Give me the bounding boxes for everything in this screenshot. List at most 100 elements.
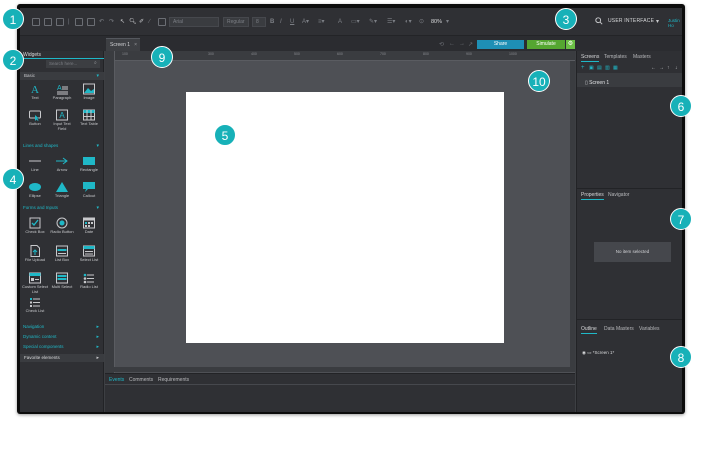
- widget-radio-list[interactable]: Radio List: [76, 272, 102, 296]
- add-screen-icon[interactable]: +: [581, 65, 585, 71]
- widget-text-table[interactable]: Text Table: [76, 109, 102, 133]
- tab-navigator[interactable]: Navigator: [608, 192, 629, 198]
- fill-color-icon[interactable]: ▭▾: [351, 17, 360, 27]
- font-family-select[interactable]: Arial: [169, 17, 219, 27]
- widget-search-input[interactable]: Search here...: [46, 60, 100, 68]
- tab-variables[interactable]: Variables: [639, 326, 659, 332]
- widget-file-upload[interactable]: File Upload: [22, 245, 48, 269]
- copy-icon[interactable]: [75, 18, 83, 26]
- calendar-icon: [83, 217, 95, 229]
- widget-date[interactable]: Date: [76, 217, 102, 241]
- horizontal-scrollbar[interactable]: [105, 367, 575, 372]
- back-icon[interactable]: ←: [449, 41, 455, 47]
- search-icon[interactable]: [595, 17, 603, 25]
- widget-image[interactable]: Image: [76, 83, 102, 107]
- grid-icon[interactable]: ▦: [613, 65, 618, 71]
- close-icon[interactable]: ×: [134, 39, 137, 51]
- widget-text[interactable]: A Text: [22, 83, 48, 107]
- chevron-down-icon[interactable]: ▾: [656, 17, 659, 27]
- widget-arrow[interactable]: Arrow: [49, 155, 75, 179]
- zoom-tool-icon[interactable]: 🔍︎: [129, 17, 137, 27]
- add-folder-icon[interactable]: ▣: [589, 65, 594, 71]
- widget-select-list[interactable]: Select List: [76, 245, 102, 269]
- widget-multi-select[interactable]: Multi Select: [49, 272, 75, 296]
- paste-icon[interactable]: [87, 18, 95, 26]
- ui-selector[interactable]: USER INTERFACE: [608, 18, 654, 24]
- zoom-level[interactable]: 80%: [431, 17, 442, 27]
- underline-icon[interactable]: U: [290, 17, 294, 27]
- history-icon[interactable]: ⟲: [439, 41, 444, 48]
- font-style-select[interactable]: Regular: [223, 17, 249, 27]
- events-panel: Events Comments Requirements: [105, 373, 575, 412]
- category-favorite-elements[interactable]: Favorite elements ▸: [20, 354, 104, 362]
- save-icon[interactable]: [56, 18, 64, 26]
- import-icon[interactable]: [44, 18, 52, 26]
- widget-list-box[interactable]: List Box: [49, 245, 75, 269]
- share-button[interactable]: Share: [477, 40, 524, 49]
- bold-icon[interactable]: B: [270, 17, 274, 27]
- tab-properties[interactable]: Properties: [581, 192, 604, 200]
- widget-line[interactable]: Line: [22, 155, 48, 179]
- category-navigation[interactable]: Navigation ▸: [20, 323, 104, 331]
- italic-icon[interactable]: I: [280, 17, 282, 27]
- tab-events[interactable]: Events: [109, 377, 124, 383]
- border-width-icon[interactable]: ☰▾: [387, 17, 395, 27]
- widget-button[interactable]: Button: [22, 109, 48, 133]
- format-paint-icon[interactable]: ✐: [139, 17, 144, 27]
- widget-custom-select-list[interactable]: Custom Select List: [22, 272, 48, 296]
- forward-icon[interactable]: →: [459, 41, 465, 47]
- move-down-icon[interactable]: ↓: [675, 65, 678, 71]
- style-icon[interactable]: ∕: [149, 17, 150, 27]
- widget-paragraph[interactable]: A Paragraph: [49, 83, 75, 107]
- category-dynamic-content[interactable]: Dynamic content ▸: [20, 333, 104, 341]
- delete-icon[interactable]: ▥: [605, 65, 610, 71]
- user-name[interactable]: Justin Ho: [668, 18, 682, 28]
- move-up-icon[interactable]: ↑: [667, 65, 670, 71]
- align-icon[interactable]: [158, 18, 166, 26]
- zoom-dropdown-icon[interactable]: ▾: [446, 17, 449, 27]
- widget-input-text-field[interactable]: A Input Text Field: [49, 109, 75, 133]
- tab-templates[interactable]: Templates: [604, 54, 627, 60]
- widget-check-box[interactable]: Check Box: [22, 217, 48, 241]
- eye-icon[interactable]: ◉: [582, 350, 586, 355]
- tab-comments[interactable]: Comments: [129, 377, 153, 383]
- tab-masters[interactable]: Masters: [633, 54, 651, 60]
- move-right-icon[interactable]: →: [659, 65, 664, 71]
- category-basic[interactable]: Basic ▾: [20, 72, 104, 80]
- widget-callout[interactable]: Callout: [76, 181, 102, 205]
- font-size-select[interactable]: 8: [252, 17, 266, 27]
- export-icon[interactable]: ↗: [468, 41, 473, 48]
- text-color-icon[interactable]: A▾: [302, 17, 309, 27]
- ellipse-icon: [29, 183, 41, 191]
- tab-screen-1[interactable]: Screen 1 ×: [106, 38, 140, 51]
- duplicate-icon[interactable]: ▤: [597, 65, 602, 71]
- tab-outline[interactable]: Outline: [581, 326, 597, 334]
- text-align-icon[interactable]: ≡▾: [318, 17, 325, 27]
- category-forms-and-inputs[interactable]: Forms and Inputs ▾: [20, 204, 104, 212]
- opacity-icon[interactable]: ◐▾: [405, 17, 412, 27]
- tab-screens[interactable]: Screens: [581, 54, 600, 62]
- category-special-components[interactable]: Special components ▸: [20, 343, 104, 351]
- outline-item[interactable]: ◉ ▭ *Screen 1*: [582, 350, 614, 356]
- font-color-icon[interactable]: A: [338, 17, 342, 27]
- widget-triangle[interactable]: Triangle: [49, 181, 75, 205]
- widget-check-list[interactable]: Check List: [22, 296, 48, 320]
- simulate-settings-icon[interactable]: ⚙: [566, 40, 575, 49]
- redo-icon[interactable]: ↷: [109, 17, 114, 27]
- tab-data-masters[interactable]: Data Masters: [604, 326, 634, 332]
- border-color-icon[interactable]: ✎▾: [369, 17, 377, 27]
- vertical-scrollbar[interactable]: [570, 61, 575, 367]
- tab-widgets[interactable]: Widgets: [20, 51, 104, 59]
- widget-rectangle[interactable]: Rectangle: [76, 155, 102, 179]
- tab-requirements[interactable]: Requirements: [158, 377, 189, 383]
- simulate-button[interactable]: Simulate: [527, 40, 565, 49]
- list-item[interactable]: ▯ Screen 1: [585, 80, 609, 86]
- widget-ellipse[interactable]: Ellipse: [22, 181, 48, 205]
- move-left-icon[interactable]: ←: [651, 65, 656, 71]
- undo-icon[interactable]: ↶: [99, 17, 104, 27]
- category-lines-and-shapes[interactable]: Lines and shapes ▾: [20, 142, 104, 150]
- pointer-icon[interactable]: ↖: [120, 17, 125, 27]
- ruler-tick: 400: [251, 52, 257, 56]
- widget-radio-button[interactable]: Radio Button: [49, 217, 75, 241]
- new-file-icon[interactable]: [32, 18, 40, 26]
